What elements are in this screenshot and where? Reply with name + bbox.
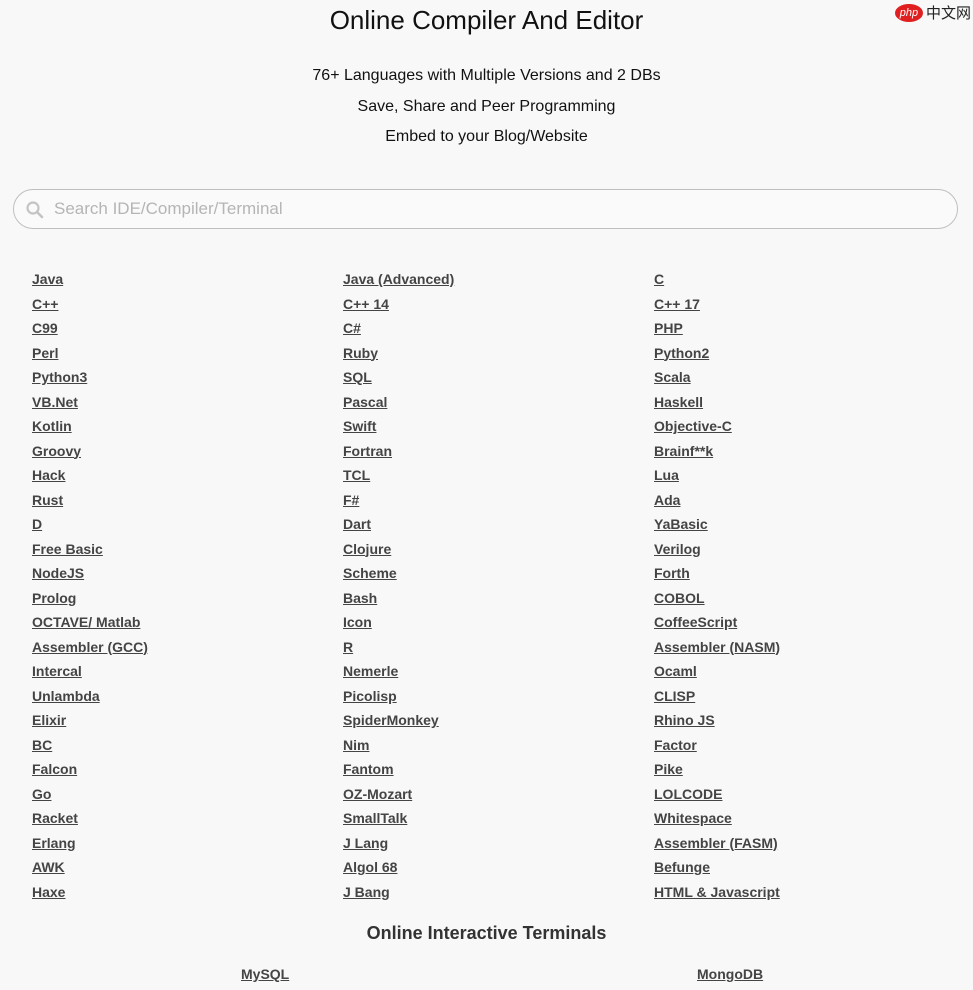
language-link-lolcode[interactable]: LOLCODE xyxy=(654,784,722,809)
language-link-j-bang[interactable]: J Bang xyxy=(343,882,390,907)
language-link-racket[interactable]: Racket xyxy=(32,808,78,833)
search-icon xyxy=(25,200,45,220)
language-link-yabasic[interactable]: YaBasic xyxy=(654,514,708,539)
language-link-python2[interactable]: Python2 xyxy=(654,343,709,368)
language-link-perl[interactable]: Perl xyxy=(32,343,58,368)
language-link-fantom[interactable]: Fantom xyxy=(343,759,394,784)
language-link-r[interactable]: R xyxy=(343,637,353,662)
language-link-spidermonkey[interactable]: SpiderMonkey xyxy=(343,710,439,735)
language-link-oz-mozart[interactable]: OZ-Mozart xyxy=(343,784,412,809)
language-link-python3[interactable]: Python3 xyxy=(32,367,87,392)
language-link-groovy[interactable]: Groovy xyxy=(32,441,81,466)
language-link-rhino-js[interactable]: Rhino JS xyxy=(654,710,715,735)
language-link-j-lang[interactable]: J Lang xyxy=(343,833,388,858)
language-link-ada[interactable]: Ada xyxy=(654,490,680,515)
language-link-smalltalk[interactable]: SmallTalk xyxy=(343,808,407,833)
language-link-elixir[interactable]: Elixir xyxy=(32,710,66,735)
tagline-share: Save, Share and Peer Programming xyxy=(357,98,616,115)
language-link-picolisp[interactable]: Picolisp xyxy=(343,686,397,711)
tagline-embed: Embed to your Blog/Website xyxy=(385,128,588,145)
language-link-clojure[interactable]: Clojure xyxy=(343,539,391,564)
language-link-csharp[interactable]: C# xyxy=(343,318,361,343)
language-link-unlambda[interactable]: Unlambda xyxy=(32,686,100,711)
language-link-vb-net[interactable]: VB.Net xyxy=(32,392,78,417)
language-link-swift[interactable]: Swift xyxy=(343,416,376,441)
language-link-falcon[interactable]: Falcon xyxy=(32,759,77,784)
language-link-html-and-javascript[interactable]: HTML & Javascript xyxy=(654,882,780,907)
language-link-hack[interactable]: Hack xyxy=(32,465,65,490)
terminal-link-mysql[interactable]: MySQL xyxy=(241,964,289,984)
language-link-haskell[interactable]: Haskell xyxy=(654,392,703,417)
language-link-icon[interactable]: Icon xyxy=(343,612,372,637)
language-link-awk[interactable]: AWK xyxy=(32,857,65,882)
language-link-prolog[interactable]: Prolog xyxy=(32,588,76,613)
language-link-c[interactable]: C xyxy=(654,269,664,294)
language-link-cpp-14[interactable]: C++ 14 xyxy=(343,294,389,319)
language-link-nemerle[interactable]: Nemerle xyxy=(343,661,398,686)
search-box[interactable] xyxy=(13,189,958,229)
language-link-verilog[interactable]: Verilog xyxy=(654,539,701,564)
language-link-go[interactable]: Go xyxy=(32,784,51,809)
language-link-sql[interactable]: SQL xyxy=(343,367,372,392)
language-link-algol-68[interactable]: Algol 68 xyxy=(343,857,397,882)
language-link-c99[interactable]: C99 xyxy=(32,318,58,343)
language-link-d[interactable]: D xyxy=(32,514,42,539)
language-link-brainfxxk[interactable]: Brainf**k xyxy=(654,441,713,466)
language-link-cobol[interactable]: COBOL xyxy=(654,588,705,613)
language-link-dart[interactable]: Dart xyxy=(343,514,371,539)
language-link-scheme[interactable]: Scheme xyxy=(343,563,397,588)
terminals-heading: Online Interactive Terminals xyxy=(366,923,607,943)
language-link-forth[interactable]: Forth xyxy=(654,563,690,588)
language-link-java-advanced[interactable]: Java (Advanced) xyxy=(343,269,454,294)
language-link-clisp[interactable]: CLISP xyxy=(654,686,695,711)
watermark-text: 中文网 xyxy=(925,5,971,22)
language-link-lua[interactable]: Lua xyxy=(654,465,679,490)
language-link-factor[interactable]: Factor xyxy=(654,735,697,760)
language-link-whitespace[interactable]: Whitespace xyxy=(654,808,732,833)
page-title: Online Compiler And Editor xyxy=(329,5,644,35)
language-link-assembler-fasm[interactable]: Assembler (FASM) xyxy=(654,833,778,858)
language-link-befunge[interactable]: Befunge xyxy=(654,857,710,882)
language-link-kotlin[interactable]: Kotlin xyxy=(32,416,72,441)
language-link-haxe[interactable]: Haxe xyxy=(32,882,65,907)
language-link-ocaml[interactable]: Ocaml xyxy=(654,661,697,686)
language-link-scala[interactable]: Scala xyxy=(654,367,691,392)
php-cn-watermark: php 中文网 xyxy=(894,2,971,23)
search-input[interactable] xyxy=(54,190,944,228)
terminal-link-mongodb[interactable]: MongoDB xyxy=(697,964,763,984)
language-link-assembler-nasm[interactable]: Assembler (NASM) xyxy=(654,637,780,662)
language-link-php[interactable]: PHP xyxy=(654,318,683,343)
language-link-nim[interactable]: Nim xyxy=(343,735,369,760)
language-link-objective-c[interactable]: Objective-C xyxy=(654,416,732,441)
language-link-intercal[interactable]: Intercal xyxy=(32,661,82,686)
language-link-tcl[interactable]: TCL xyxy=(343,465,370,490)
language-link-rust[interactable]: Rust xyxy=(32,490,63,515)
language-link-fortran[interactable]: Fortran xyxy=(343,441,392,466)
language-link-java[interactable]: Java xyxy=(32,269,63,294)
language-link-erlang[interactable]: Erlang xyxy=(32,833,76,858)
php-logo-icon: php xyxy=(894,3,923,22)
language-link-assembler-gcc[interactable]: Assembler (GCC) xyxy=(32,637,148,662)
language-list: Java Java (Advanced) C C++ C++ 14 C++ 17 C99 C#… xyxy=(32,269,962,906)
language-link-bash[interactable]: Bash xyxy=(343,588,377,613)
tagline-languages: 76+ Languages with Multiple Versions and… xyxy=(312,67,661,84)
language-link-octave-matlab[interactable]: OCTAVE/ Matlab xyxy=(32,612,140,637)
language-link-fsharp[interactable]: F# xyxy=(343,490,359,515)
language-link-coffeescript[interactable]: CoffeeScript xyxy=(654,612,737,637)
language-link-pascal[interactable]: Pascal xyxy=(343,392,387,417)
language-link-pike[interactable]: Pike xyxy=(654,759,683,784)
language-link-free-basic[interactable]: Free Basic xyxy=(32,539,103,564)
language-link-cpp[interactable]: C++ xyxy=(32,294,58,319)
language-link-nodejs[interactable]: NodeJS xyxy=(32,563,84,588)
language-link-ruby[interactable]: Ruby xyxy=(343,343,378,368)
language-link-bc[interactable]: BC xyxy=(32,735,52,760)
language-link-cpp-17[interactable]: C++ 17 xyxy=(654,294,700,319)
